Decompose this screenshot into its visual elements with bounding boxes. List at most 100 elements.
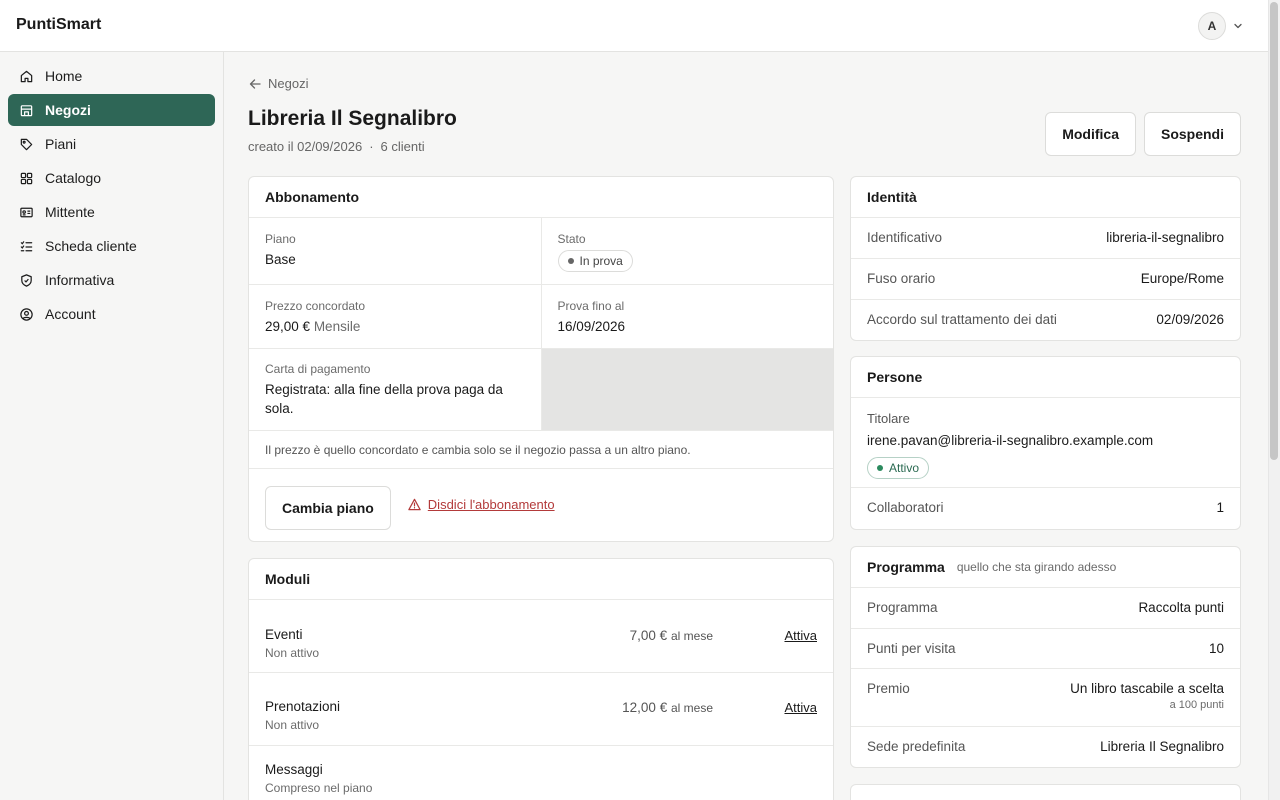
price-period: Mensile [313, 319, 361, 334]
avatar[interactable]: A [1198, 12, 1226, 40]
breadcrumb[interactable]: Negozi [248, 76, 308, 91]
program-key: Programma [867, 600, 938, 615]
edit-button[interactable]: Modifica [1045, 112, 1136, 156]
subscription-card: Abbonamento Piano Base Stato In prova Pr… [248, 176, 834, 542]
page-scrollbar[interactable] [1268, 0, 1280, 800]
program-key: Punti per visita [867, 641, 956, 656]
cancel-subscription-label[interactable]: Disdici l'abbonamento [428, 497, 555, 512]
program-hint: quello che sta girando adesso [956, 560, 1117, 574]
sidebar-item-home[interactable]: Home [8, 60, 215, 92]
page-title: Libreria Il Segnalibro [248, 107, 457, 130]
people-card: Persone Titolare irene.pavan@libreria-il… [850, 356, 1241, 530]
brand-name[interactable]: PuntiSmart [16, 16, 101, 34]
store-icon [20, 104, 33, 116]
sidebar-item-catalogo[interactable]: Catalogo [8, 162, 215, 194]
subscription-title: Abbonamento [249, 177, 833, 218]
trial-label: Prova fino al [557, 299, 625, 313]
identity-row: Accordo sul trattamento dei dati 02/09/2… [851, 300, 1240, 340]
price-trial-row: Prezzo concordato 29,00 € Mensile Prova … [249, 285, 833, 349]
module-info: Eventi Non attivo [265, 627, 319, 660]
main-content: Negozi Libreria Il Segnalibro creato il … [224, 52, 1268, 800]
suspend-button[interactable]: Sospendi [1143, 112, 1241, 156]
collaborators-count: 1 [1216, 500, 1224, 515]
program-value: Libreria Il Segnalibro [1100, 739, 1224, 754]
status-dot [567, 258, 574, 264]
program-key: Sede predefinita [867, 739, 966, 754]
cancel-subscription-link[interactable]: Disdici l'abbonamento [407, 497, 555, 512]
sidebar-item-label: Account [45, 306, 96, 322]
program-row: Programma Raccolta punti [851, 588, 1240, 629]
change-plan-button[interactable]: Cambia piano [265, 486, 391, 530]
program-row: Premio Un libro tascabile a scelta a 100 … [851, 669, 1240, 727]
status-text: In prova [579, 254, 623, 268]
user-menu[interactable]: A [1198, 12, 1244, 40]
card-row: Carta di pagamento Registrata: alla fine… [249, 349, 833, 431]
program-card: Programma quello che sta girando adesso … [850, 546, 1241, 768]
activate-eventi-link[interactable]: Attiva [713, 628, 817, 643]
price-note: Il prezzo è quello concordato e cambia s… [249, 431, 833, 469]
sidebar-item-scheda-cliente[interactable]: Scheda cliente [8, 230, 215, 262]
modules-title: Moduli [249, 559, 833, 600]
owner-section: Titolare irene.pavan@libreria-il-segnali… [851, 398, 1240, 488]
module-row: Prenotazioni Non attivo 12,00 € al mese … [249, 673, 833, 746]
identity-key: Fuso orario [867, 271, 936, 286]
trial-cell: Prova fino al 16/09/2026 [540, 285, 834, 348]
collaborators-label: Collaboratori [867, 500, 944, 515]
identity-key: Identificativo [867, 230, 943, 245]
module-name: Messaggi [265, 762, 323, 777]
checklist-icon [20, 240, 33, 251]
module-status: Compreso nel piano [265, 781, 373, 795]
module-status: Non attivo [265, 718, 320, 732]
sidebar-item-negozi[interactable]: Negozi [8, 94, 215, 126]
sidebar-item-label: Piani [45, 136, 77, 152]
home-icon [20, 70, 33, 82]
next-card [850, 784, 1241, 800]
breadcrumb-label[interactable]: Negozi [268, 76, 308, 91]
sidebar-item-label: Informativa [45, 272, 115, 288]
payment-card-cell: Carta di pagamento Registrata: alla fine… [249, 349, 541, 430]
scrollbar-thumb[interactable] [1270, 2, 1278, 460]
arrow-left-icon [249, 78, 261, 89]
grid-icon [20, 172, 33, 184]
plan-value: Base [265, 252, 296, 267]
plan-status-row: Piano Base Stato In prova [249, 218, 833, 285]
module-price-amount: 7,00 € [629, 628, 668, 643]
program-value: Raccolta punti [1138, 600, 1224, 615]
module-row: Eventi Non attivo 7,00 € al mese Attiva [249, 600, 833, 673]
owner-status-dot [877, 465, 883, 471]
sidebar-item-piani[interactable]: Piani [8, 128, 215, 160]
sidebar-item-mittente[interactable]: Mittente [8, 196, 215, 228]
reward-threshold: a 100 punti [1169, 699, 1224, 711]
price-label: Prezzo concordato [265, 299, 366, 313]
status-badge: In prova [557, 250, 633, 272]
module-info: Prenotazioni Non attivo [265, 699, 340, 732]
status-label: Stato [557, 232, 586, 246]
created-date: creato il 02/09/2026 [248, 139, 363, 154]
sidebar-item-label: Home [45, 68, 83, 84]
identity-row: Identificativo libreria-il-segnalibro [851, 218, 1240, 259]
identity-row: Fuso orario Europe/Rome [851, 259, 1240, 300]
module-price-amount: 12,00 € [622, 700, 668, 715]
user-circle-icon [20, 307, 33, 321]
page-actions: Modifica Sospendi [1045, 112, 1241, 156]
status-cell: Stato In prova [540, 218, 834, 284]
price-cell: Prezzo concordato 29,00 € Mensile [249, 285, 541, 348]
sidebar-item-informativa[interactable]: Informativa [8, 264, 215, 296]
price-amount: 29,00 € [265, 319, 311, 334]
module-price-period: al mese [670, 701, 713, 715]
identity-value: 02/09/2026 [1156, 312, 1224, 327]
collaborators-row: Collaboratori 1 [851, 488, 1240, 527]
program-row: Punti per visita 10 [851, 629, 1240, 669]
program-title: Programma [867, 559, 945, 575]
modules-card: Moduli Eventi Non attivo 7,00 € al mese … [248, 558, 834, 800]
meta-separator: · [369, 139, 374, 154]
activate-prenotazioni-link[interactable]: Attiva [713, 700, 817, 715]
identity-card: Identità Identificativo libreria-il-segn… [850, 176, 1241, 341]
identity-value: libreria-il-segnalibro [1106, 230, 1224, 245]
owner-email[interactable]: irene.pavan@libreria-il-segnalibro.examp… [867, 431, 1224, 450]
sidebar-item-account[interactable]: Account [8, 298, 215, 330]
program-header: Programma quello che sta girando adesso [851, 547, 1240, 588]
identity-value: Europe/Rome [1140, 271, 1224, 286]
program-value: Un libro tascabile a scelta a 100 punti [1070, 681, 1224, 711]
chevron-down-icon [1234, 23, 1242, 29]
